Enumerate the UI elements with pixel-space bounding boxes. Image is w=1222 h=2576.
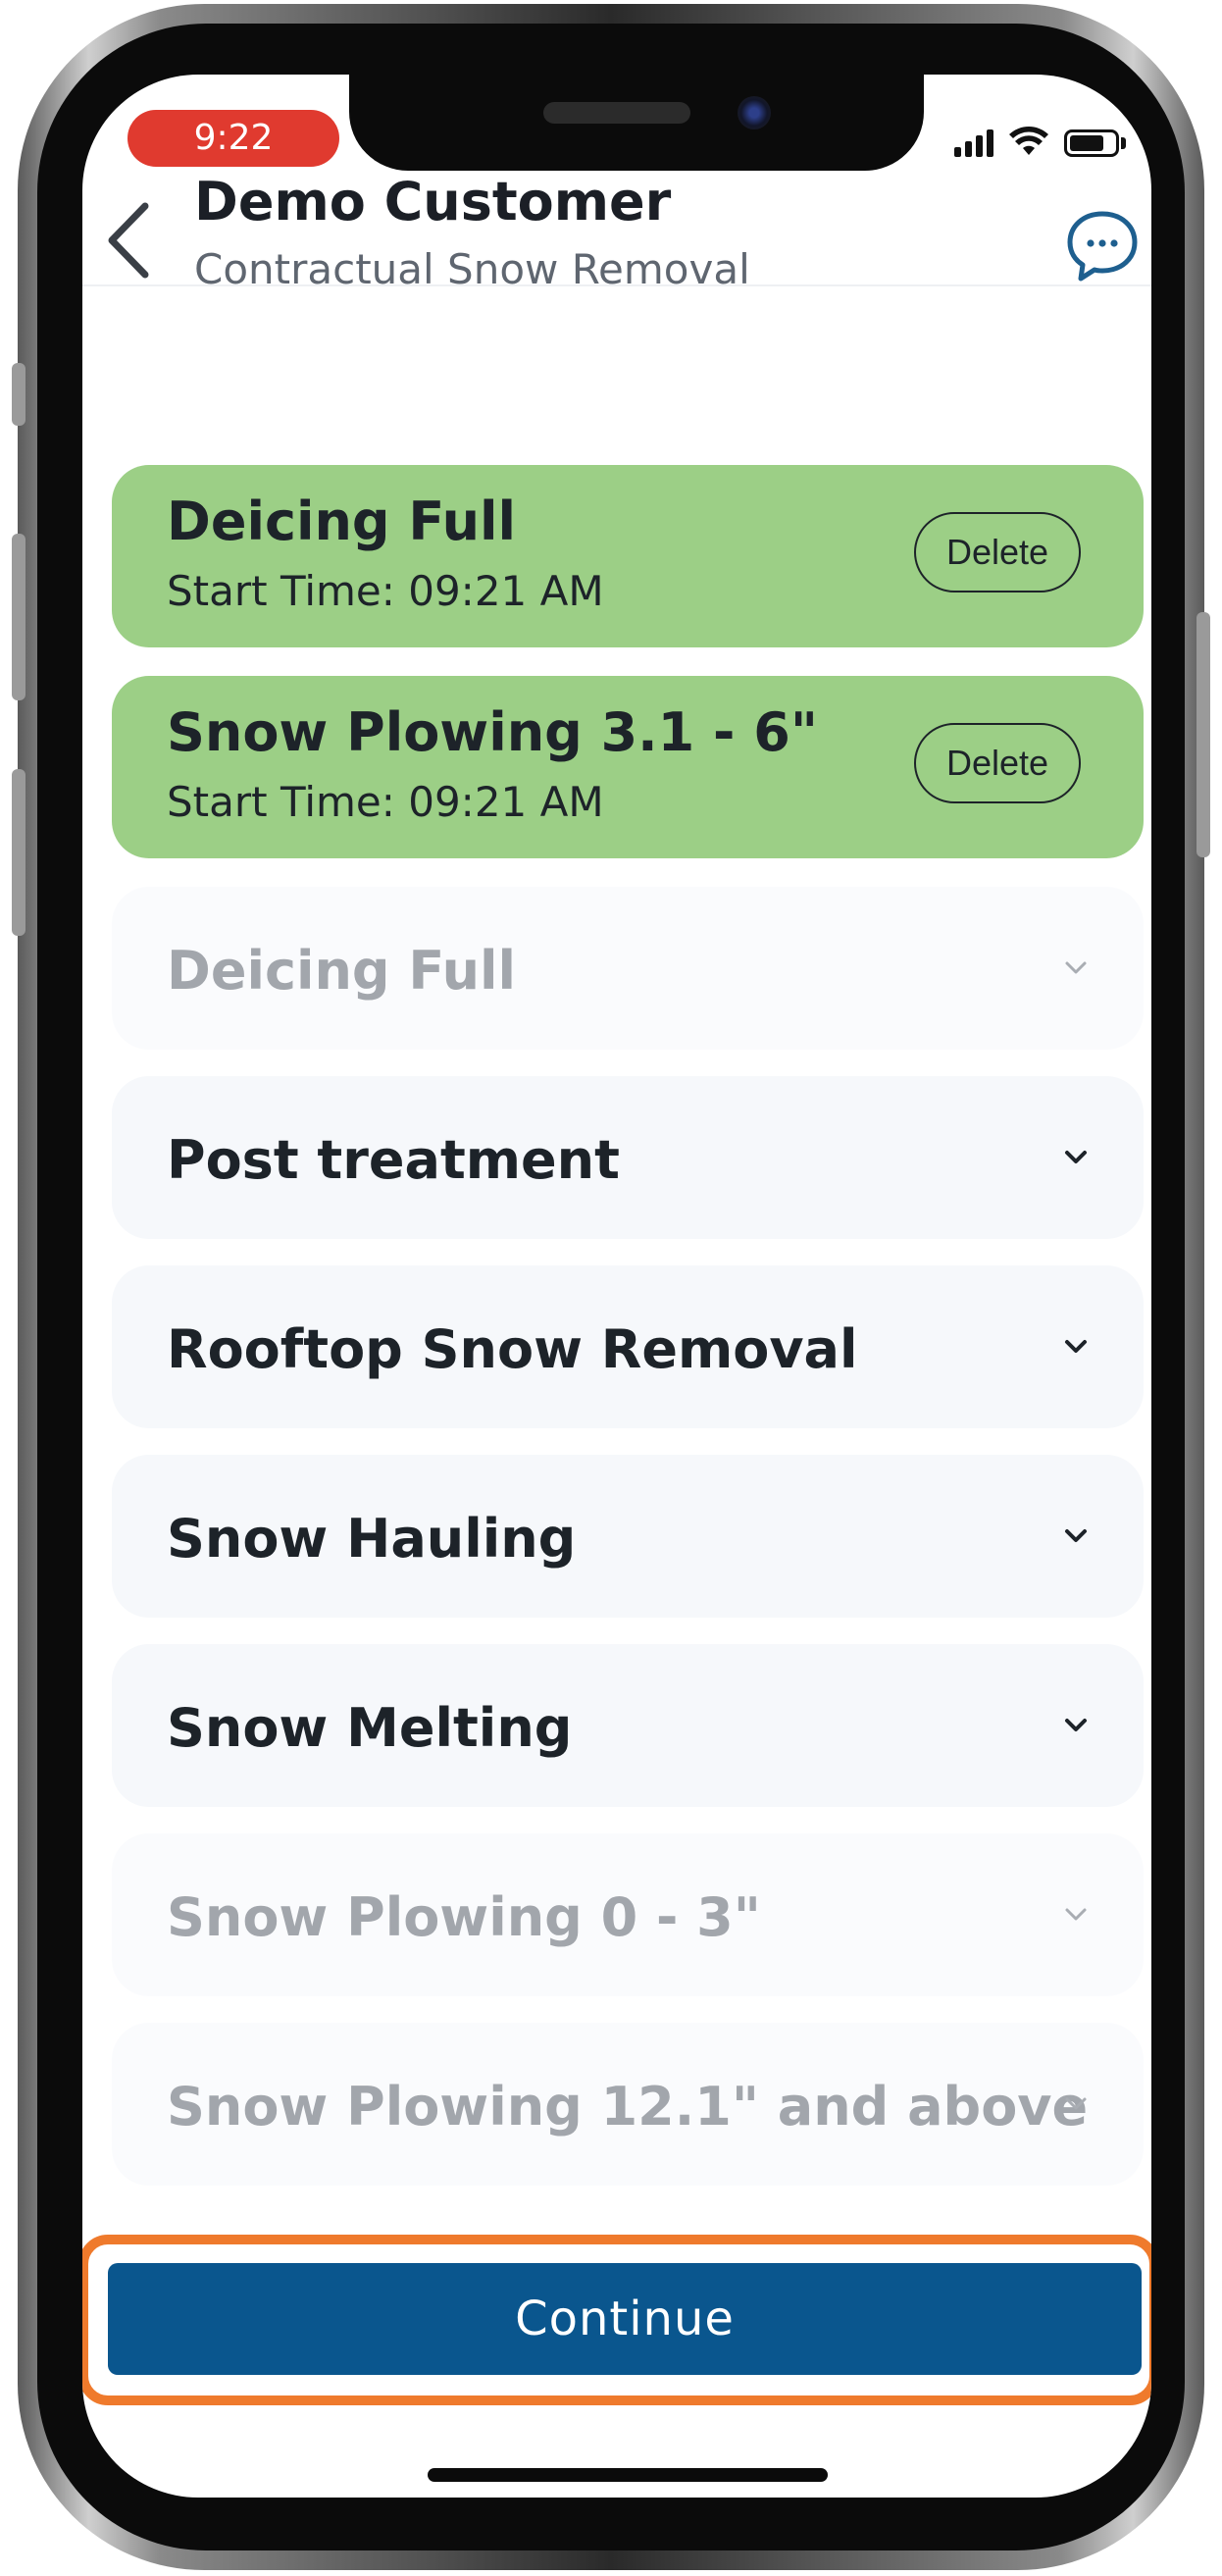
active-service-name: Snow Plowing 3.1 - 6" <box>167 701 818 763</box>
home-indicator <box>428 2468 828 2482</box>
service-row-label: Snow Hauling <box>167 1508 577 1570</box>
phone-frame: 9:22 Demo Customer Contractual Snow Remo… <box>12 4 1210 2570</box>
service-row-label: Rooftop Snow Removal <box>167 1318 858 1380</box>
active-service-name: Deicing Full <box>167 490 517 552</box>
chevron-down-icon <box>1065 1719 1087 1731</box>
service-row-rooftop-snow-removal[interactable]: Rooftop Snow Removal <box>112 1265 1144 1428</box>
chevron-down-icon <box>1065 1151 1087 1163</box>
service-row-label: Deicing Full <box>167 940 517 1002</box>
service-row-snow-plowing-12-and-above[interactable]: Snow Plowing 12.1" and above <box>112 2023 1144 2186</box>
continue-button[interactable]: Continue <box>108 2263 1142 2375</box>
chat-bubble-icon[interactable] <box>1065 208 1140 283</box>
volume-down-button <box>12 769 25 936</box>
volume-up-button <box>12 534 25 700</box>
service-row-deicing-full[interactable]: Deicing Full <box>112 887 1144 1050</box>
service-row-snow-plowing-0-3[interactable]: Snow Plowing 0 - 3" <box>112 1833 1144 1996</box>
active-service-start-time: Start Time: 09:21 AM <box>167 778 604 826</box>
service-list: Deicing Full Start Time: 09:21 AM Delete… <box>112 465 1144 2212</box>
page-title: Demo Customer <box>194 171 672 232</box>
active-service-card: Snow Plowing 3.1 - 6" Start Time: 09:21 … <box>112 676 1144 858</box>
chevron-down-icon <box>1065 1908 1087 1921</box>
page-subtitle: Contractual Snow Removal <box>194 245 750 293</box>
service-row-label: Snow Plowing 0 - 3" <box>167 1886 761 1948</box>
service-row-post-treatment[interactable]: Post treatment <box>112 1076 1144 1239</box>
chevron-down-icon <box>1065 1529 1087 1542</box>
chevron-down-icon <box>1065 1340 1087 1353</box>
service-row-label: Snow Plowing 12.1" and above <box>167 2076 1089 2138</box>
back-button[interactable] <box>100 196 163 284</box>
service-row-label: Snow Melting <box>167 1697 573 1759</box>
app-screen: 9:22 Demo Customer Contractual Snow Remo… <box>82 75 1151 2498</box>
silent-switch <box>12 363 25 426</box>
service-row-label: Post treatment <box>167 1129 620 1191</box>
power-button <box>1197 612 1210 857</box>
delete-button[interactable]: Delete <box>914 512 1081 592</box>
service-row-snow-melting[interactable]: Snow Melting <box>112 1644 1144 1807</box>
active-service-card: Deicing Full Start Time: 09:21 AM Delete <box>112 465 1144 647</box>
chevron-down-icon <box>1065 2097 1087 2110</box>
active-service-start-time: Start Time: 09:21 AM <box>167 567 604 615</box>
app-header: Demo Customer Contractual Snow Removal <box>82 75 1151 293</box>
delete-button[interactable]: Delete <box>914 723 1081 803</box>
chevron-down-icon <box>1065 961 1087 974</box>
service-row-snow-hauling[interactable]: Snow Hauling <box>112 1455 1144 1618</box>
